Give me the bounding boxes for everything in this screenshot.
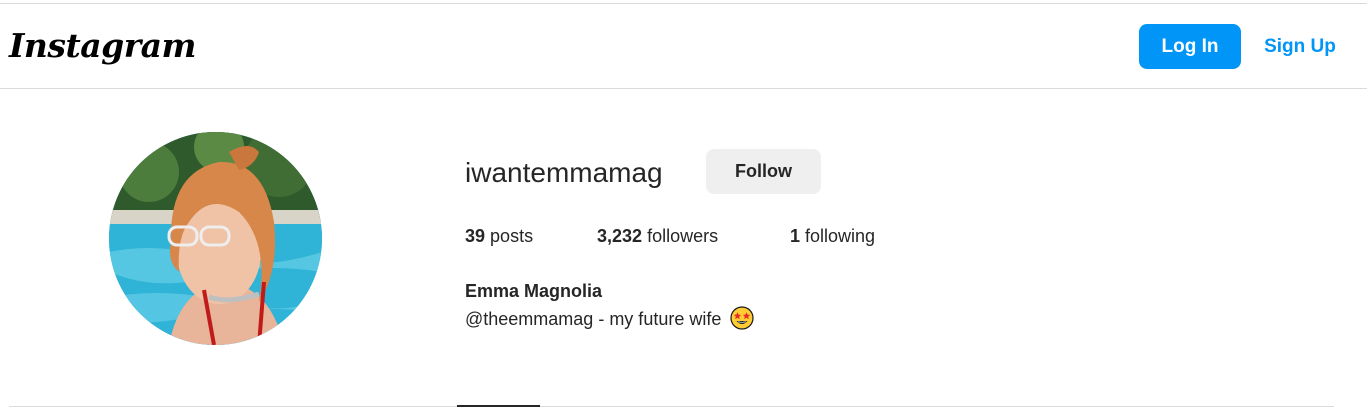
followers-count: 3,232: [597, 226, 643, 246]
login-button[interactable]: Log In: [1139, 24, 1241, 69]
star-struck-emoji-icon: [730, 306, 754, 330]
profile-avatar[interactable]: [109, 132, 322, 345]
following-label: following: [805, 226, 876, 246]
following-stat[interactable]: 1 following: [790, 226, 875, 247]
followers-label: followers: [647, 226, 719, 246]
follow-button[interactable]: Follow: [706, 149, 821, 194]
active-tab-indicator: [457, 405, 540, 407]
posts-label: posts: [490, 226, 534, 246]
bio-text: @theemmamag - my future wife: [465, 309, 722, 329]
avatar-photo: [109, 132, 322, 345]
top-nav-bar: Instagram Log In Sign Up: [0, 4, 1367, 89]
tabs-divider: [9, 406, 1334, 407]
profile-username: iwantemmamag: [465, 157, 663, 188]
profile-full-name: Emma Magnolia: [465, 281, 603, 301]
posts-count: 39: [465, 226, 486, 246]
posts-stat: 39 posts: [465, 226, 533, 247]
profile-bio: @theemmamag - my future wife: [465, 306, 754, 330]
followers-stat[interactable]: 3,232 followers: [597, 226, 718, 247]
signup-button[interactable]: Sign Up: [1255, 24, 1345, 69]
instagram-logo[interactable]: Instagram: [9, 26, 196, 65]
following-count: 1: [790, 226, 801, 246]
